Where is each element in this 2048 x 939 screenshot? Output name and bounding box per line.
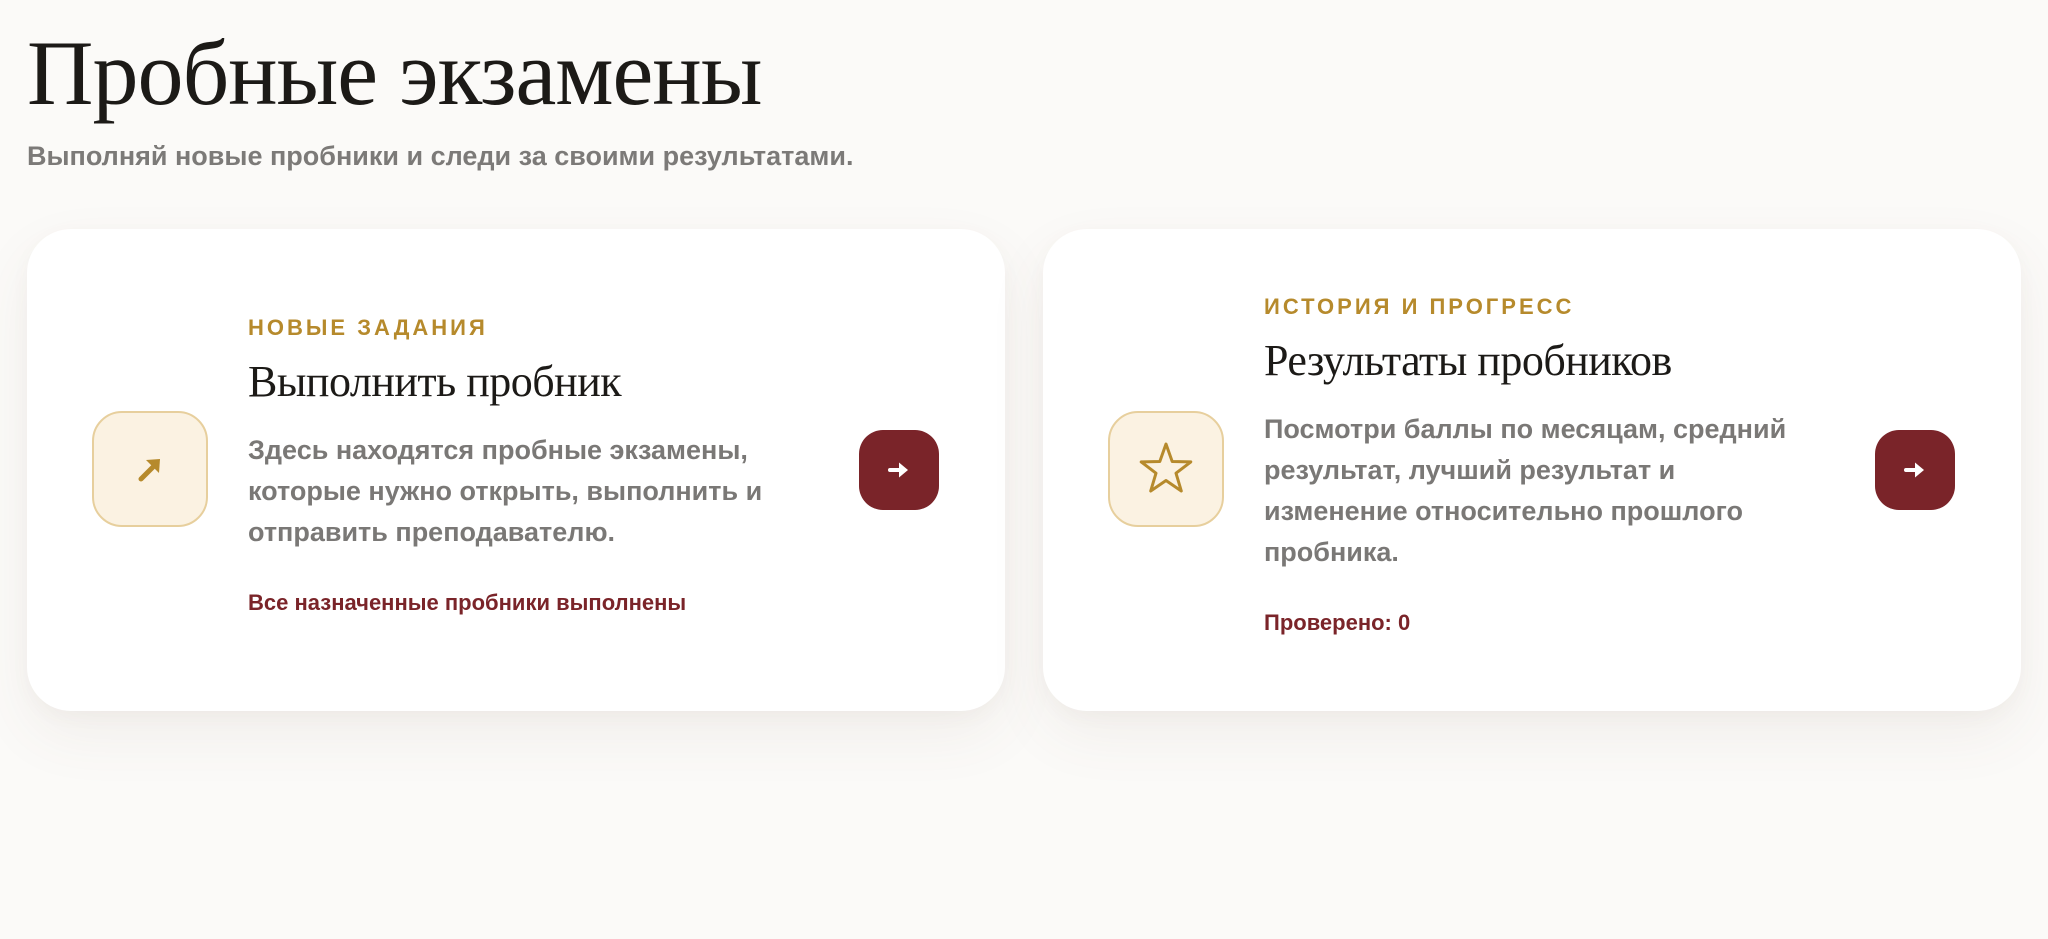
page-title: Пробные экзамены	[27, 22, 762, 124]
arrow-up-right-icon	[134, 453, 166, 485]
card-exam-results: ИСТОРИЯ И ПРОГРЕСС Результаты пробников …	[1043, 229, 2021, 711]
star-icon	[1137, 440, 1195, 498]
card-title: Результаты пробников	[1264, 336, 1672, 385]
arrow-right-icon	[1903, 458, 1927, 482]
card-text: ИСТОРИЯ И ПРОГРЕСС Результаты пробников …	[1264, 293, 1824, 637]
card-title: Выполнить пробник	[248, 357, 622, 406]
card-icon-box	[1108, 411, 1224, 527]
card-eyebrow: ИСТОРИЯ И ПРОГРЕСС	[1264, 294, 1575, 319]
card-status: Все назначенные пробники выполнены	[248, 590, 687, 615]
card-status: Проверено: 0	[1264, 610, 1411, 635]
card-description: Посмотри баллы по месяцам, средний резул…	[1264, 414, 1787, 567]
card-take-exam: НОВЫЕ ЗАДАНИЯ Выполнить пробник Здесь на…	[27, 229, 1005, 711]
card-eyebrow: НОВЫЕ ЗАДАНИЯ	[248, 315, 488, 340]
open-results-button[interactable]	[1875, 430, 1955, 510]
card-text: НОВЫЕ ЗАДАНИЯ Выполнить пробник Здесь на…	[248, 314, 808, 617]
card-icon-box	[92, 411, 208, 527]
page-subtitle: Выполняй новые пробники и следи за своим…	[27, 141, 854, 171]
card-description: Здесь находятся пробные экзамены, которы…	[248, 435, 763, 547]
arrow-right-icon	[887, 458, 911, 482]
open-exam-button[interactable]	[859, 430, 939, 510]
